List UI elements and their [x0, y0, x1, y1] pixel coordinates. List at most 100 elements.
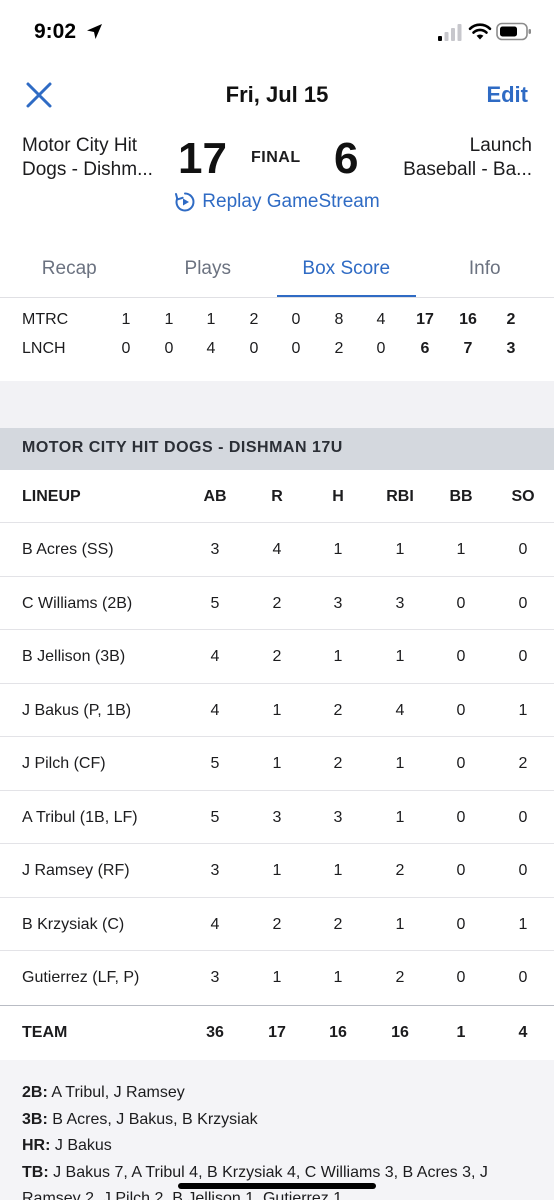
linescore-inning: 1 [121, 311, 131, 328]
stat-ab: 3 [210, 541, 220, 558]
away-team-name-line1: Launch [469, 135, 532, 156]
page-title: Fri, Jul 15 [225, 82, 329, 107]
note-key: TB: [22, 1163, 49, 1181]
stat-r: 3 [272, 808, 282, 826]
stat-ab: 5 [210, 808, 220, 826]
stat-ab: 4 [210, 701, 220, 719]
player-name: J Pilch (CF) [22, 755, 106, 772]
home-team-name[interactable]: Motor City Hit Dogs - Dishm... [22, 134, 182, 182]
player-name: Gutierrez (LF, P) [22, 969, 140, 986]
note-triples: 3B: B Acres, J Bakus, B Krzysiak [22, 1107, 542, 1134]
location-arrow-icon [87, 24, 102, 39]
home-team-name-line2: Dogs - Dishm... [22, 159, 153, 180]
table-row[interactable]: J Bakus (P, 1B) 4 1 2 4 0 1 [0, 684, 554, 737]
stat-r: 1 [272, 862, 282, 879]
stat-rbi: 1 [395, 541, 405, 558]
linescore-team: MTRC [22, 311, 69, 328]
player-name: J Ramsey (RF) [22, 862, 130, 879]
away-team-name-line2: Baseball - Ba... [403, 159, 532, 180]
stat-bb: 1 [456, 541, 466, 558]
note-doubles: 2B: A Tribul, J Ramsey [22, 1080, 542, 1107]
stat-rbi: 4 [395, 701, 405, 719]
linescore-inning: 0 [291, 340, 301, 357]
home-team-name-line1: Motor City Hit [22, 135, 138, 156]
note-home-runs: HR: J Bakus [22, 1133, 542, 1160]
stat-bb: 0 [456, 594, 466, 612]
tab-info[interactable]: Info [416, 246, 554, 298]
stat-rbi: 1 [395, 915, 405, 933]
replay-gamestream-button[interactable]: Replay GameStream [0, 191, 554, 213]
table-row[interactable]: Gutierrez (LF, P) 3 1 1 2 0 0 [0, 951, 554, 1005]
linescore-row-home: MTRC 1 1 1 2 0 8 4 17 16 2 [0, 306, 554, 335]
stat-so: 0 [518, 808, 528, 826]
home-score: 17 [178, 134, 227, 183]
table-row[interactable]: B Acres (SS) 3 4 1 1 1 0 [0, 523, 554, 577]
stat-h: 3 [333, 594, 343, 612]
stat-bb: 0 [456, 755, 466, 772]
table-row[interactable]: C Williams (2B) 5 2 3 3 0 0 [0, 577, 554, 630]
linescore-errors: 3 [506, 340, 516, 357]
note-key: 2B: [22, 1084, 48, 1101]
home-indicator[interactable] [178, 1183, 376, 1189]
stat-so: 1 [518, 915, 528, 933]
replay-label: Replay GameStream [202, 191, 380, 212]
stat-r: 2 [272, 648, 282, 665]
linescore-inning: 1 [164, 311, 174, 328]
table-row[interactable]: J Ramsey (RF) 3 1 1 2 0 0 [0, 844, 554, 898]
linescore: MTRC 1 1 1 2 0 8 4 17 16 2 LNCH 0 0 4 0 … [0, 306, 554, 364]
stat-r: 2 [272, 915, 282, 933]
total-r: 17 [268, 1023, 286, 1041]
batting-notes: 2B: A Tribul, J Ramsey 3B: B Acres, J Ba… [22, 1080, 542, 1200]
stat-so: 1 [518, 701, 528, 719]
stat-h: 1 [333, 648, 343, 665]
player-name: C Williams (2B) [22, 594, 133, 612]
linescore-inning: 0 [291, 311, 301, 328]
tab-plays[interactable]: Plays [139, 246, 278, 298]
close-button[interactable] [22, 78, 56, 112]
tabs-divider [0, 297, 554, 298]
stat-rbi: 2 [395, 862, 405, 879]
tab-recap[interactable]: Recap [0, 246, 139, 298]
total-ab: 36 [206, 1023, 224, 1041]
stat-h: 2 [333, 701, 343, 719]
stat-r: 4 [272, 541, 282, 558]
note-value: J Bakus [50, 1137, 112, 1154]
linescore-inning: 1 [206, 311, 216, 328]
linescore-team: LNCH [22, 340, 66, 357]
linescore-inning: 0 [376, 340, 386, 357]
team-totals-label: TEAM [22, 1023, 68, 1041]
linescore-inning: 4 [376, 311, 386, 328]
stat-h: 2 [333, 915, 343, 933]
stat-h: 2 [333, 755, 343, 772]
table-row[interactable]: J Pilch (CF) 5 1 2 1 0 2 [0, 737, 554, 791]
section-spacer [0, 381, 554, 428]
column-header-rbi: RBI [386, 488, 414, 505]
table-row[interactable]: B Jellison (3B) 4 2 1 1 0 0 [0, 630, 554, 684]
battery-icon [496, 22, 531, 41]
stat-rbi: 1 [395, 755, 405, 772]
total-rbi: 16 [391, 1023, 409, 1041]
stat-h: 1 [333, 969, 343, 986]
linescore-inning: 2 [249, 311, 259, 328]
column-header-h: H [332, 488, 344, 505]
stat-bb: 0 [456, 808, 466, 826]
tab-box-score[interactable]: Box Score [277, 246, 416, 298]
stat-ab: 5 [210, 594, 220, 612]
edit-button[interactable]: Edit [486, 82, 528, 108]
away-team-name[interactable]: Launch Baseball - Ba... [372, 134, 532, 182]
stat-ab: 4 [210, 648, 220, 665]
note-key: HR: [22, 1137, 51, 1154]
stat-ab: 4 [210, 915, 220, 933]
stat-so: 0 [518, 594, 528, 612]
table-row[interactable]: B Krzysiak (C) 4 2 2 1 0 1 [0, 898, 554, 951]
stat-so: 0 [518, 648, 528, 665]
stat-ab: 5 [210, 755, 220, 772]
stat-bb: 0 [456, 915, 466, 933]
linescore-inning: 4 [206, 340, 216, 357]
team-totals-row: TEAM 36 17 16 16 1 4 [0, 1004, 554, 1058]
table-row[interactable]: A Tribul (1B, LF) 5 3 3 1 0 0 [0, 791, 554, 844]
column-header-r: R [271, 488, 283, 505]
note-key: 3B: [22, 1110, 48, 1128]
stat-bb: 0 [456, 862, 466, 879]
stat-so: 0 [518, 969, 528, 986]
